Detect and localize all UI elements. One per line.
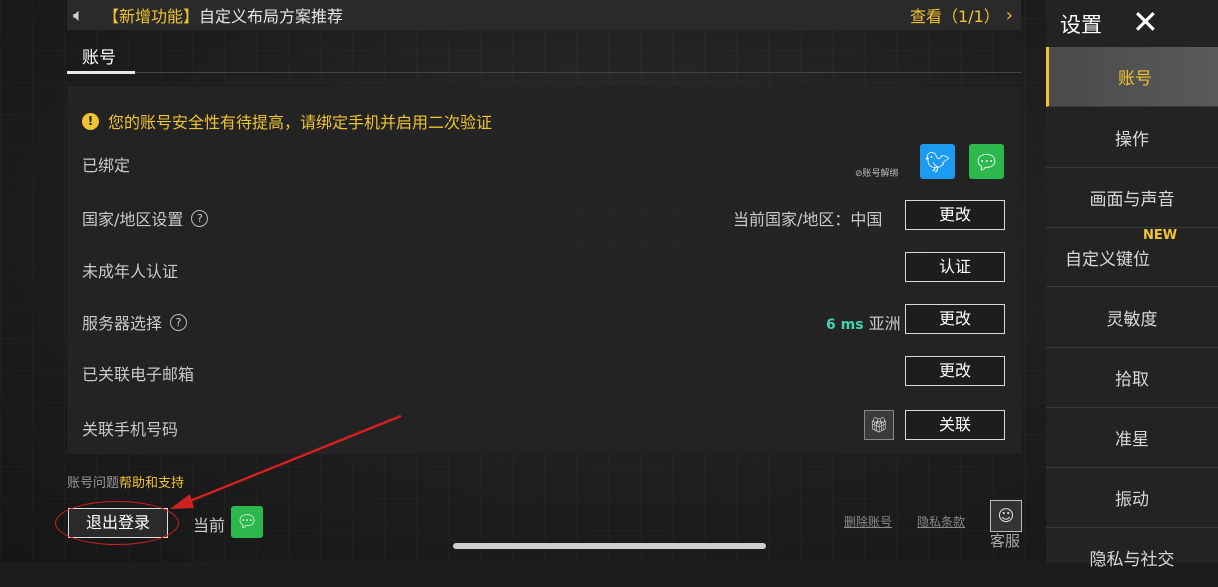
sidebar-item-pickup[interactable]: 拾取 — [1046, 348, 1218, 408]
sidebar-item-custom-keys[interactable]: 自定义键位 — [1046, 228, 1218, 287]
sidebar-item-account[interactable]: 账号 — [1046, 47, 1218, 107]
close-icon[interactable]: ✕ — [1132, 4, 1159, 40]
new-badge: NEW — [1143, 228, 1178, 243]
settings-title: 设置 — [1060, 13, 1102, 37]
sidebar-item-controls[interactable]: 操作 — [1046, 108, 1218, 168]
sidebar-item-crosshair[interactable]: 准星 — [1046, 408, 1218, 468]
sidebar-item-sensitivity[interactable]: 灵敏度 — [1046, 288, 1218, 348]
sidebar-item-privacy-social[interactable]: 隐私与社交 — [1046, 528, 1218, 587]
sidebar-item-graphics-audio[interactable]: 画面与声音 — [1046, 168, 1218, 228]
annotation-arrow — [170, 414, 402, 509]
sidebar-item-vibration[interactable]: 振动 — [1046, 468, 1218, 528]
